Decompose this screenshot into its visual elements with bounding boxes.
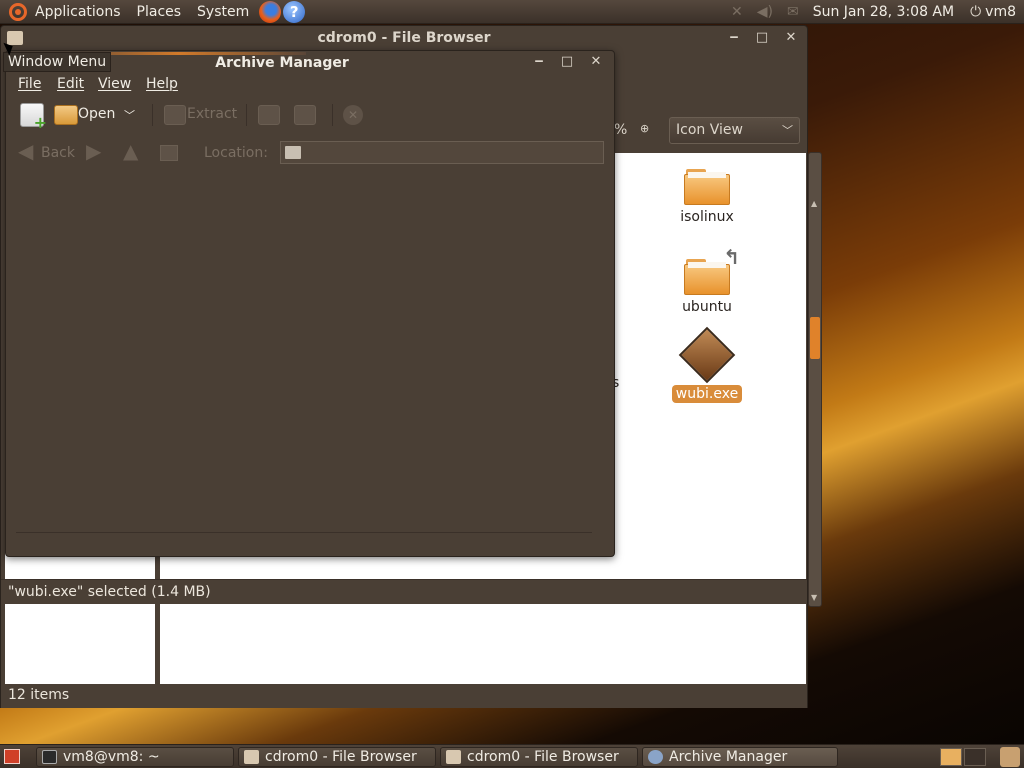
back-arrow-icon[interactable]: ◀ <box>18 139 33 163</box>
maximize-button[interactable]: □ <box>753 29 771 47</box>
taskbar-item-file-browser-2[interactable]: cdrom0 - File Browser <box>440 747 638 767</box>
copy-icon[interactable] <box>258 105 280 125</box>
menu-edit[interactable]: Edit <box>57 76 84 92</box>
taskbar-label: Archive Manager <box>669 749 788 765</box>
file-name: ubuntu <box>682 299 732 315</box>
status-divider <box>16 532 592 533</box>
user-menu[interactable]: vm8 <box>985 4 1016 20</box>
archive-manager-icon <box>648 750 663 764</box>
folder-icon <box>285 146 301 159</box>
scroll-down-icon[interactable]: ▼ <box>811 593 817 602</box>
taskbar-label: vm8@vm8: ~ <box>63 749 160 765</box>
trash-icon[interactable] <box>1000 747 1020 767</box>
applications-menu[interactable]: Applications <box>27 4 129 20</box>
minimize-button[interactable]: ‒ <box>725 29 743 47</box>
taskbar-label: cdrom0 - File Browser <box>265 749 417 765</box>
scrollbar[interactable]: ▲ ▼ <box>808 152 822 607</box>
ubuntu-logo-icon[interactable] <box>9 2 27 21</box>
menu-view[interactable]: View <box>98 76 131 92</box>
workspace-2[interactable] <box>964 748 986 766</box>
taskbar-item-archive-manager[interactable]: Archive Manager <box>642 747 838 767</box>
file-browser-icon <box>244 750 259 764</box>
archive-content-area[interactable] <box>6 173 614 531</box>
view-mode-value: Icon View <box>676 122 743 138</box>
selection-status: "wubi.exe" selected (1.4 MB) <box>1 579 807 604</box>
minimize-button[interactable]: ‒ <box>530 53 548 71</box>
menu-file[interactable]: File <box>18 76 41 92</box>
home-icon[interactable] <box>160 145 178 161</box>
zoom-in-icon[interactable]: ⊕ <box>640 122 649 135</box>
back-button[interactable]: Back <box>41 145 75 161</box>
side-pane-lower[interactable] <box>5 604 155 684</box>
window-title[interactable]: cdrom0 - File Browser <box>1 26 807 51</box>
file-browser-icon <box>446 750 461 764</box>
terminal-icon <box>42 750 57 764</box>
zoom-level: % <box>614 122 628 138</box>
clock[interactable]: Sun Jan 28, 3:08 AM <box>813 4 954 20</box>
help-icon[interactable]: ? <box>283 0 306 23</box>
bottom-panel: vm8@vm8: ~ cdrom0 - File Browser cdrom0 … <box>0 744 1024 768</box>
system-menu[interactable]: System <box>189 4 257 20</box>
symlink-arrow-icon: ↰ <box>723 245 740 269</box>
location-field[interactable] <box>280 141 604 164</box>
menu-help[interactable]: Help <box>146 76 178 92</box>
show-desktop-icon[interactable] <box>4 749 20 764</box>
icon-view-lower[interactable] <box>160 604 806 684</box>
close-button[interactable]: ✕ <box>587 53 605 71</box>
places-menu[interactable]: Places <box>129 4 190 20</box>
top-panel: Applications Places System ? ✕ ◀) ✉ Sun … <box>0 0 1024 24</box>
view-mode-select[interactable]: Icon View ﹀ <box>669 117 800 144</box>
file-item[interactable]: wubi.exe <box>662 326 752 403</box>
scroll-thumb[interactable] <box>810 317 820 359</box>
scroll-up-icon[interactable]: ▲ <box>811 199 817 208</box>
toolbar-separator <box>246 104 247 126</box>
items-status: 12 items <box>1 684 807 708</box>
power-icon[interactable]: ⏻ <box>970 4 981 20</box>
open-button[interactable]: Open <box>78 106 115 122</box>
file-item[interactable]: ↰ ubuntu <box>662 245 752 315</box>
firefox-icon[interactable] <box>259 0 282 23</box>
exe-icon <box>678 326 736 384</box>
extract-button[interactable]: Extract <box>187 106 237 122</box>
toolbar-separator <box>332 104 333 126</box>
taskbar-item-file-browser[interactable]: cdrom0 - File Browser <box>238 747 436 767</box>
open-icon[interactable] <box>54 105 78 125</box>
folder-icon <box>684 169 730 205</box>
extract-icon[interactable] <box>164 105 186 125</box>
network-icon[interactable]: ✕ <box>731 4 743 20</box>
volume-icon[interactable]: ◀) <box>757 4 773 20</box>
up-arrow-icon[interactable]: ▲ <box>123 139 138 163</box>
file-item[interactable]: isolinux <box>662 169 752 225</box>
chevron-down-icon: ﹀ <box>782 124 793 137</box>
taskbar-label: cdrom0 - File Browser <box>467 749 619 765</box>
location-label: Location: <box>204 145 268 161</box>
forward-arrow-icon[interactable]: ▶ <box>86 139 101 163</box>
maximize-button[interactable]: □ <box>558 53 576 71</box>
taskbar-item-terminal[interactable]: vm8@vm8: ~ <box>36 747 234 767</box>
file-name-selected: wubi.exe <box>671 385 743 403</box>
toolbar-separator <box>152 104 153 126</box>
folder-link-icon: ↰ <box>684 245 740 295</box>
new-archive-icon[interactable] <box>20 103 47 132</box>
mail-icon[interactable]: ✉ <box>787 4 799 20</box>
stop-icon[interactable]: ✕ <box>343 105 363 125</box>
workspace-1[interactable] <box>940 748 962 766</box>
open-dropdown-icon[interactable]: ﹀ <box>124 107 135 123</box>
window-menu-tooltip: Window Menu <box>3 52 112 72</box>
paste-icon[interactable] <box>294 105 316 125</box>
close-button[interactable]: ✕ <box>782 29 800 47</box>
file-name: isolinux <box>680 209 734 225</box>
archive-manager-window: Archive Manager ‒ □ ✕ File Edit View Hel… <box>5 50 615 557</box>
